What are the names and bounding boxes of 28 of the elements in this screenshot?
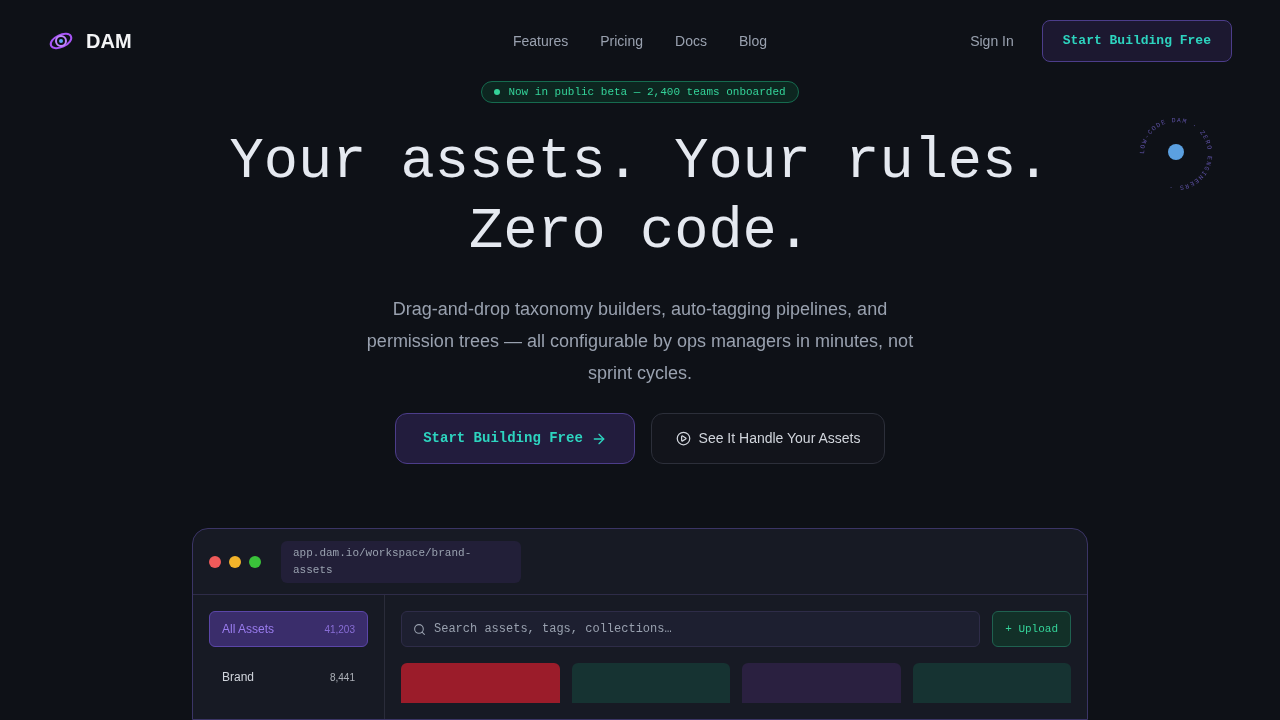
asset-tile[interactable]	[571, 663, 730, 703]
play-icon	[675, 431, 691, 446]
sidebar-count: 41,203	[324, 622, 355, 637]
asset-tile[interactable]	[401, 663, 560, 703]
sidebar-label: Brand	[222, 669, 255, 686]
upload-button[interactable]: + Upload	[992, 611, 1071, 647]
search-field[interactable]: Search assets, tags, collections…	[401, 611, 981, 647]
headline: Zero code.	[468, 199, 812, 266]
headline: Your assets. Your rules.	[229, 129, 1051, 196]
sidebar-label: All Assets	[222, 621, 275, 638]
start-building-button[interactable]: Start Building Free	[395, 413, 635, 464]
nav-link[interactable]: Blog	[738, 31, 767, 51]
beta-text: Now in public beta — 2,400 teams onboarded	[508, 84, 786, 100]
search-icon	[413, 623, 426, 636]
asset-tile[interactable]	[912, 663, 1071, 703]
sidebar-count: 8,441	[329, 670, 355, 685]
start-building-button[interactable]: Start Building Free	[1041, 20, 1232, 62]
nav-link[interactable]: Features	[513, 31, 569, 51]
subtitle: Drag-and-drop taxonomy builders, auto-tagging pipelines, and permission trees — all configurable by ops managers in minutes, not sprint cycles.	[365, 298, 915, 385]
nav-link[interactable]: Pricing	[600, 31, 644, 51]
sign-in-link[interactable]: Sign In	[970, 31, 1014, 51]
see-assets-button[interactable]: See It Handle Your Assets	[651, 413, 885, 464]
url-bar[interactable]: app.dam.io/workspace/brand-assets	[281, 540, 521, 583]
asset-tile[interactable]	[742, 663, 901, 703]
sidebar-item[interactable]: Brand 8,441	[209, 659, 368, 695]
brand-name: DAM	[86, 29, 132, 54]
nav-link[interactable]: Docs	[675, 31, 707, 51]
sidebar-item[interactable]: All Assets 41,203	[209, 611, 368, 647]
